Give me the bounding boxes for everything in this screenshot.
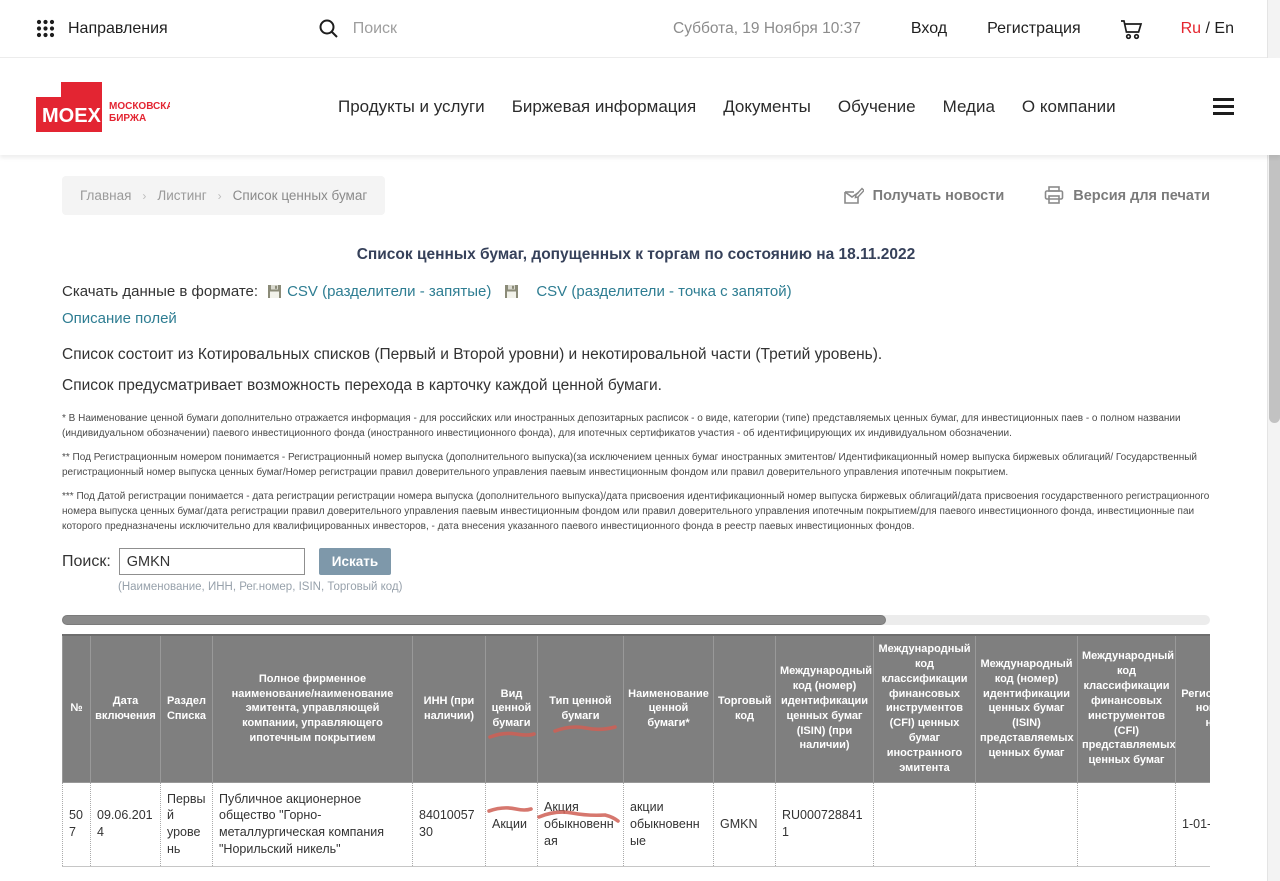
breadcrumb-item-1[interactable]: Листинг: [157, 188, 206, 203]
intro-paragraph-2: Список предусматривает возможность перех…: [62, 377, 1210, 395]
download-row: Скачать данные в формате: CSV (разделите…: [62, 283, 1210, 300]
securities-table-wrap: №Дата включенияРаздел СпискаПолное фирме…: [62, 634, 1210, 867]
scrollbar-thumb[interactable]: [62, 615, 886, 625]
table-cell-4: 8401005730: [413, 782, 486, 867]
footnote-1: * В Наименование ценной бумаги дополните…: [62, 411, 1210, 441]
column-header-2: Раздел Списка: [161, 635, 213, 782]
table-cell-6: Акция обыкновенная: [538, 782, 624, 867]
nav-item-5[interactable]: О компании: [1022, 97, 1116, 117]
table-cell-0: 507: [63, 782, 91, 867]
breadcrumb: Главная › Листинг › Список ценных бумаг: [62, 176, 385, 215]
column-header-5: Вид ценной бумаги: [486, 635, 538, 782]
page-content: Главная › Листинг › Список ценных бумаг Полу…: [62, 176, 1210, 867]
utility-bar: Направления Поиск Суббота, 19 Ноября 10:…: [0, 0, 1280, 58]
column-header-6: Тип ценной бумаги: [538, 635, 624, 782]
page-title: Список ценных бумаг, допущенных к торгам…: [62, 246, 1210, 264]
securities-search-input[interactable]: [119, 548, 305, 575]
table-cell-12: [1078, 782, 1176, 867]
lang-en[interactable]: En: [1214, 20, 1234, 37]
securities-search-block: Поиск: Искать (Наименование, ИНН, Рег.но…: [62, 548, 1210, 593]
subscribe-news-link[interactable]: Получать новости: [844, 187, 1005, 205]
logo-subtitle-1: МОСКОВСКАЯ: [109, 101, 170, 112]
main-header: MOEX МОСКОВСКАЯ БИРЖА Продукты и услуги Б…: [0, 58, 1280, 155]
cart-icon[interactable]: [1119, 17, 1145, 41]
breadcrumb-item-2: Список ценных бумаг: [233, 188, 368, 203]
column-header-7: Наименование ценной бумаги*: [624, 635, 714, 782]
logo-subtitle-2: БИРЖА: [109, 113, 146, 124]
table-cell-7: акции обыкновенные: [624, 782, 714, 867]
table-row: 50709.06.2014Первый уровеньПубличное акц…: [63, 782, 1211, 867]
column-header-1: Дата включения: [91, 635, 161, 782]
intro-paragraph-1: Список состоит из Котировальных списков …: [62, 346, 1210, 364]
breadcrumb-separator: ›: [142, 189, 146, 203]
column-header-9: Международный код (номер) идентификации …: [776, 635, 874, 782]
download-prefix: Скачать данные в формате:: [62, 283, 258, 300]
table-cell-3: Публичное акционерное общество "Горно-ме…: [213, 782, 413, 867]
breadcrumb-separator: ›: [218, 189, 222, 203]
column-header-13: Регистрационный номер** (при наличии): [1176, 635, 1211, 782]
search-icon: [318, 18, 339, 39]
nav-item-3[interactable]: Обучение: [838, 97, 916, 117]
site-search[interactable]: Поиск: [318, 18, 397, 39]
floppy-disk-icon: [268, 285, 281, 298]
csv-semicolon-link[interactable]: CSV (разделители - точка с запятой): [536, 283, 791, 300]
footnotes: * В Наименование ценной бумаги дополните…: [62, 411, 1210, 534]
column-header-3: Полное фирменное наименование/наименован…: [213, 635, 413, 782]
nav-item-1[interactable]: Биржевая информация: [512, 97, 697, 117]
table-cell-10: [874, 782, 976, 867]
table-cell-1: 09.06.2014: [91, 782, 161, 867]
floppy-disk-icon: [505, 285, 518, 298]
directions-menu[interactable]: Направления: [36, 19, 168, 38]
footnote-3: *** Под Датой регистрации понимается - д…: [62, 489, 1210, 534]
envelope-pencil-icon: [844, 187, 864, 205]
moex-logo[interactable]: MOEX МОСКОВСКАЯ БИРЖА: [36, 82, 170, 132]
lang-separator: /: [1201, 20, 1214, 37]
svg-text:MOEX: MOEX: [42, 105, 102, 127]
fields-description-link[interactable]: Описание полей: [62, 310, 177, 327]
directions-label: Направления: [68, 20, 168, 38]
column-header-12: Международный код классификации финансов…: [1078, 635, 1176, 782]
table-cell-13: 1-01-4: [1176, 782, 1211, 867]
search-placeholder-text: Поиск: [353, 20, 397, 38]
search-field-label: Поиск:: [62, 553, 111, 571]
register-link[interactable]: Регистрация: [987, 20, 1081, 38]
table-cell-2: Первый уровень: [161, 782, 213, 867]
securities-table: №Дата включенияРаздел СпискаПолное фирме…: [62, 634, 1210, 867]
nav-item-2[interactable]: Документы: [723, 97, 811, 117]
datetime-label: Суббота, 19 Ноября 10:37: [673, 20, 861, 38]
main-navigation: Продукты и услуги Биржевая информация Доку…: [338, 97, 1116, 117]
breadcrumb-item-0[interactable]: Главная: [80, 188, 131, 203]
grid-menu-icon: [36, 19, 55, 38]
language-switcher: Ru / En: [1181, 20, 1234, 38]
search-hint: (Наименование, ИНН, Рег.номер, ISIN, Тор…: [118, 581, 1210, 593]
login-link[interactable]: Вход: [911, 20, 947, 38]
column-header-4: ИНН (при наличии): [413, 635, 486, 782]
securities-table-head-row: №Дата включенияРаздел СпискаПолное фирме…: [63, 635, 1211, 782]
table-cell-5: Акции: [486, 782, 538, 867]
column-header-8: Торговый код: [714, 635, 776, 782]
securities-table-body: 50709.06.2014Первый уровеньПубличное акц…: [63, 782, 1211, 867]
nav-item-0[interactable]: Продукты и услуги: [338, 97, 485, 117]
column-header-11: Международный код (номер) идентификации …: [976, 635, 1078, 782]
table-cell-11: [976, 782, 1078, 867]
csv-comma-link[interactable]: CSV (разделители - запятые): [287, 283, 491, 300]
table-cell-9: RU0007288411: [776, 782, 874, 867]
table-horizontal-scrollbar[interactable]: [62, 615, 1210, 625]
table-cell-8: GMKN: [714, 782, 776, 867]
subscribe-news-label: Получать новости: [873, 188, 1005, 204]
hamburger-menu-icon[interactable]: [1213, 98, 1234, 115]
print-version-label: Версия для печати: [1073, 188, 1210, 204]
column-header-0: №: [63, 635, 91, 782]
column-header-10: Международный код классификации финансов…: [874, 635, 976, 782]
lang-ru[interactable]: Ru: [1181, 20, 1201, 37]
printer-icon: [1044, 186, 1064, 205]
search-submit-button[interactable]: Искать: [319, 548, 391, 575]
footnote-2: ** Под Регистрационным номером понимаетс…: [62, 450, 1210, 480]
nav-item-4[interactable]: Медиа: [943, 97, 995, 117]
print-version-link[interactable]: Версия для печати: [1044, 186, 1210, 205]
